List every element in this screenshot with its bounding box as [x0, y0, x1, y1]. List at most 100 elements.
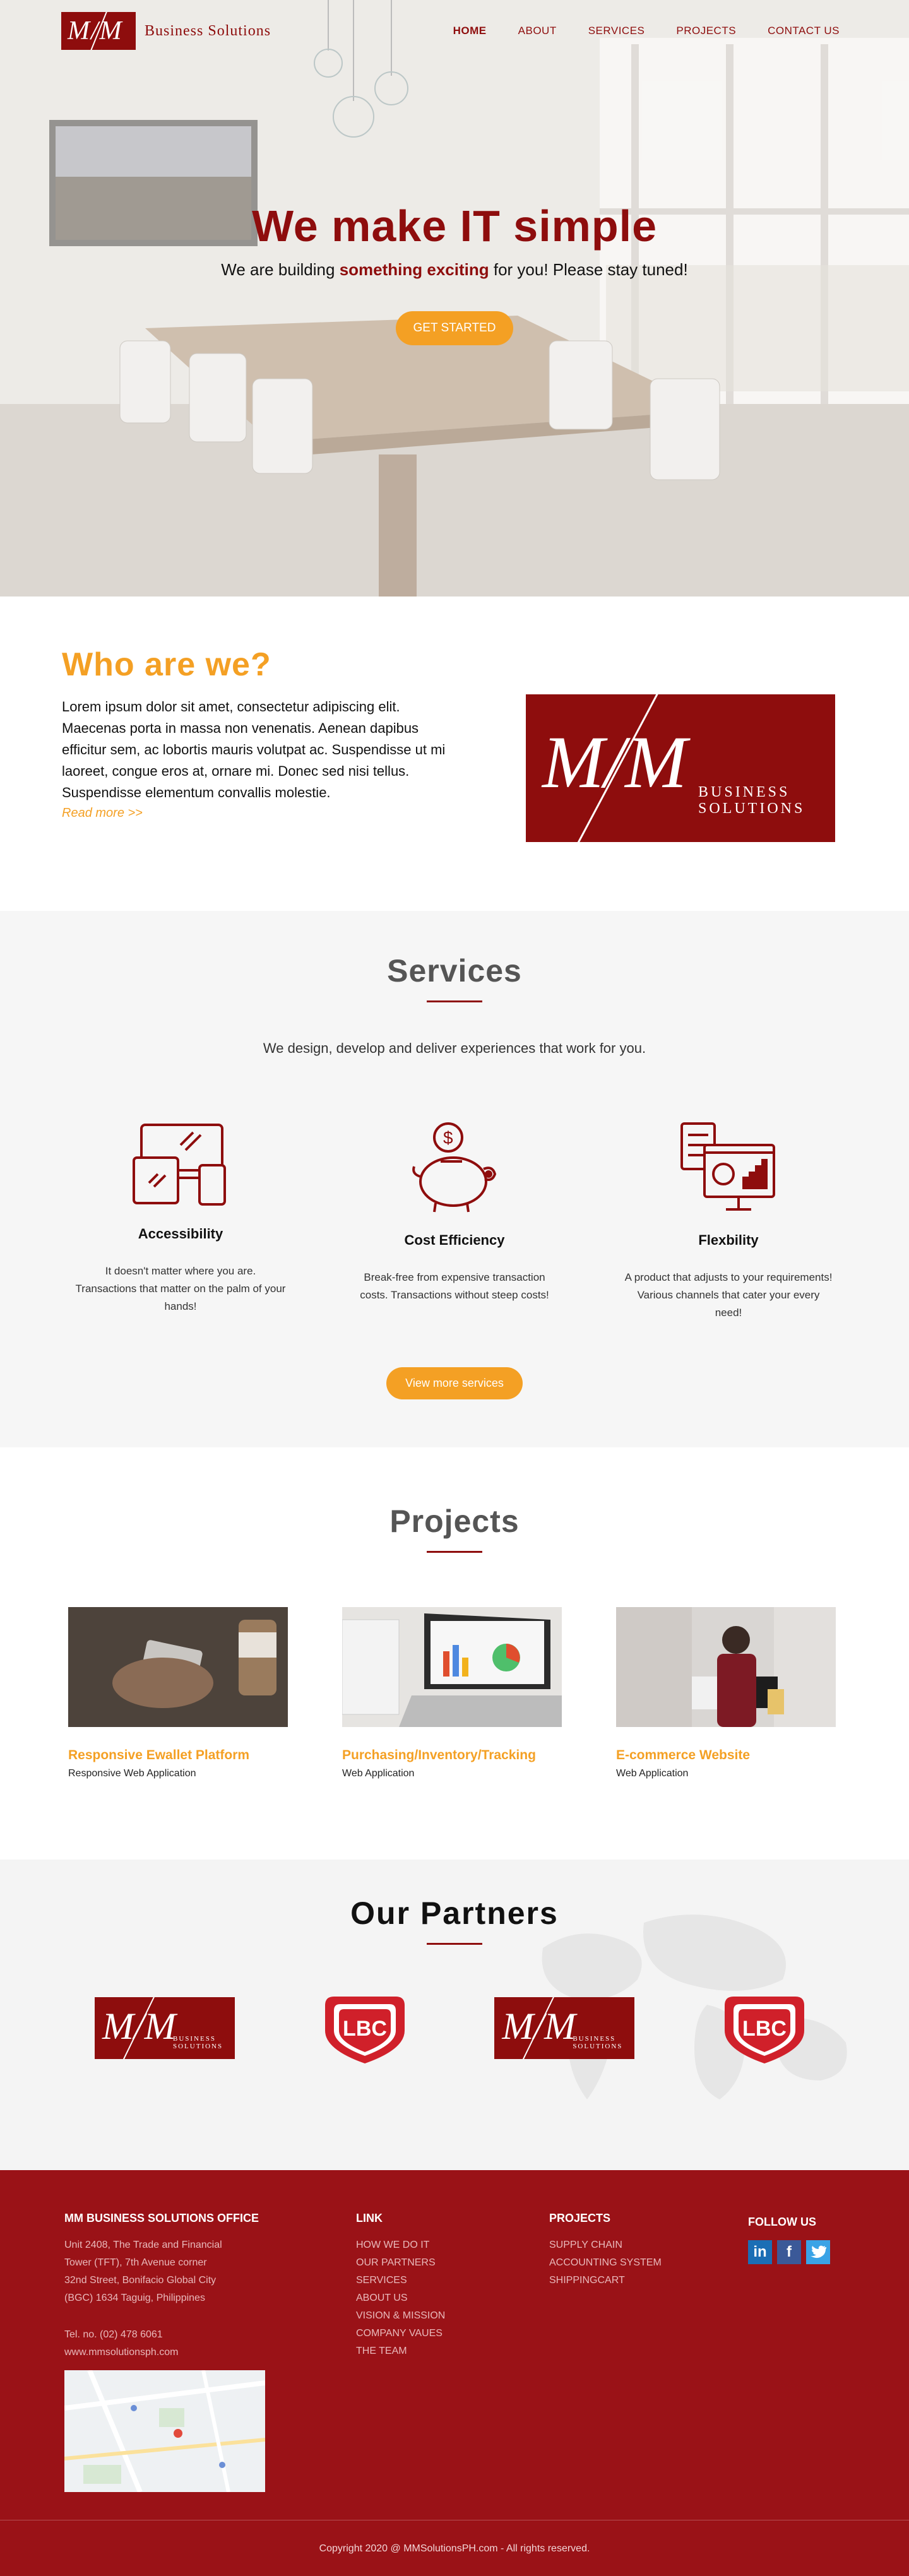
social-links: in f [748, 2240, 830, 2264]
svg-text:$: $ [443, 1128, 453, 1148]
service-title: Flexbility [698, 1232, 759, 1248]
lbc-logo-text: LBC [742, 2017, 787, 2041]
hero-subtitle-strong: something exciting [339, 260, 489, 279]
linkedin-icon[interactable]: in [748, 2240, 772, 2264]
contact-block: Tel. no. (02) 478 6061 www.mmsolutionsph… [64, 2326, 356, 2361]
telephone: Tel. no. (02) 478 6061 [64, 2329, 163, 2340]
partner-logo-lbc[interactable]: LBC [321, 1990, 408, 2066]
project-card-ewallet[interactable]: Responsive Ewallet Platform Responsive W… [68, 1607, 288, 1779]
project-title: E-commerce Website [616, 1748, 751, 1762]
hero-title: We make IT simple [251, 201, 658, 251]
logo-wordmark-line1: BUSINESS [173, 2035, 216, 2043]
office-map[interactable] [64, 2369, 266, 2493]
projects-title: Projects [389, 1504, 520, 1539]
who-body: Lorem ipsum dolor sit amet, consectetur … [62, 699, 446, 800]
service-card-accessibility: Accessibility It doesn't matter where yo… [74, 1120, 287, 1322]
project-card-ecommerce[interactable]: E-commerce Website Web Application [616, 1607, 836, 1779]
facebook-icon[interactable]: f [777, 2240, 801, 2264]
nav-projects[interactable]: PROJECTS [676, 25, 736, 37]
view-more-services-button[interactable]: View more services [386, 1367, 523, 1399]
links-heading: LINK [356, 2212, 383, 2224]
logo-mark-text: M/M [542, 721, 687, 804]
brand-logo[interactable]: M/M Business Solutions [61, 12, 271, 50]
hero-subtitle-pre: We are building [221, 260, 340, 279]
footer-projects-column: PROJECTS SUPPLY CHAIN ACCOUNTING SYSTEM … [549, 2212, 748, 2495]
projects-section: Projects Responsive Ewallet Platform Res… [0, 1447, 909, 1860]
lbc-logo-text: LBC [343, 2017, 387, 2041]
nav-about[interactable]: ABOUT [518, 25, 557, 37]
logo-wordmark-line2: SOLUTIONS [173, 2043, 223, 2050]
projects-title-underline [427, 1551, 482, 1553]
partners-title-underline [427, 1943, 482, 1945]
office-heading: MM BUSINESS SOLUTIONS OFFICE [64, 2212, 259, 2224]
get-started-button[interactable]: GET STARTED [395, 311, 514, 345]
copyright-text: Copyright 2020 @ MMSolutionsPH.com - All… [319, 2543, 590, 2554]
logo-wordmark: BUSINESS SOLUTIONS [573, 2035, 622, 2050]
top-navigation: M/M Business Solutions HOME ABOUT SERVIC… [0, 0, 909, 62]
partner-logos: M/M BUSINESS SOLUTIONS LBC M/M BUSINESS … [0, 1990, 909, 2066]
dashboard-checklist-icon [680, 1122, 775, 1211]
services-title: Services [387, 953, 522, 988]
service-card-cost-efficiency: $ Cost Efficiency Break-free from expens… [348, 1120, 561, 1322]
project-image-shopping [616, 1607, 836, 1727]
footer-link-how-we-do-it[interactable]: HOW WE DO IT [356, 2236, 549, 2254]
hero-section: M/M Business Solutions HOME ABOUT SERVIC… [0, 0, 909, 597]
services-subtitle: We design, develop and deliver experienc… [263, 1040, 646, 1056]
services-grid: Accessibility It doesn't matter where yo… [0, 1120, 909, 1322]
nav-contact-us[interactable]: CONTACT US [768, 25, 840, 37]
who-text-block: Who are we? Lorem ipsum dolor sit amet, … [62, 597, 460, 911]
project-title: Purchasing/Inventory/Tracking [342, 1748, 536, 1762]
project-image-laptop [342, 1607, 562, 1727]
footer-link-services[interactable]: SERVICES [356, 2272, 549, 2289]
who-title: Who are we? [62, 646, 271, 683]
logo-wordmark-line1: BUSINESS [573, 2035, 616, 2043]
twitter-icon[interactable] [806, 2240, 830, 2264]
devices-icon [133, 1124, 226, 1206]
nav-home[interactable]: HOME [453, 25, 487, 37]
partners-section: Our Partners M/M BUSINESS SOLUTIONS LBC … [0, 1860, 909, 2170]
footer-project-accounting[interactable]: ACCOUNTING SYSTEM [549, 2254, 748, 2272]
footer-link-the-team[interactable]: THE TEAM [356, 2342, 549, 2360]
footer-link-about-us[interactable]: ABOUT US [356, 2289, 549, 2307]
footer-links-column: LINK HOW WE DO IT OUR PARTNERS SERVICES … [356, 2212, 549, 2495]
footer-link-vision-mission[interactable]: VISION & MISSION [356, 2307, 549, 2325]
footer-project-supply-chain[interactable]: SUPPLY CHAIN [549, 2236, 748, 2254]
footer-project-shippingcart[interactable]: SHIPPINGCART [549, 2272, 748, 2289]
project-type: Web Application [616, 1768, 689, 1779]
partner-logo-mm[interactable]: M/M BUSINESS SOLUTIONS [494, 1997, 635, 2059]
project-card-purchasing[interactable]: Purchasing/Inventory/Tracking Web Applic… [342, 1607, 562, 1779]
address-line: Unit 2408, The Trade and Financial [64, 2240, 222, 2250]
footer-link-company-values[interactable]: COMPANY VAUES [356, 2325, 549, 2342]
logo-wordmark: BUSINESS SOLUTIONS [698, 784, 805, 817]
hero-content: We make IT simple We are building someth… [0, 201, 909, 345]
partner-logo-mm[interactable]: M/M BUSINESS SOLUTIONS [95, 1997, 235, 2059]
services-section: Services We design, develop and deliver … [0, 911, 909, 1447]
logo-wordmark: BUSINESS SOLUTIONS [173, 2035, 223, 2050]
service-card-flexibility: Flexbility A product that adjusts to you… [622, 1120, 835, 1322]
service-description: Break-free from expensive transaction co… [360, 1271, 549, 1301]
nav-services[interactable]: SERVICES [588, 25, 645, 37]
projects-heading: PROJECTS [549, 2212, 611, 2224]
who-are-we-section: Who are we? Lorem ipsum dolor sit amet, … [0, 597, 909, 911]
address-line: 32nd Street, Bonifacio Global City [64, 2275, 217, 2286]
piggy-bank-icon: $ [412, 1122, 497, 1213]
logo-wordmark-line1: BUSINESS [698, 784, 790, 800]
nav-links: HOME ABOUT SERVICES PROJECTS CONTACT US [453, 25, 840, 37]
brand-name: Business Solutions [145, 22, 271, 39]
website-link[interactable]: www.mmsolutionsph.com [64, 2344, 356, 2361]
read-more-link[interactable]: Read more >> [62, 806, 460, 821]
projects-grid: Responsive Ewallet Platform Responsive W… [0, 1607, 909, 1779]
partners-title: Our Partners [350, 1896, 559, 1931]
company-logo-large: M/M BUSINESS SOLUTIONS [526, 694, 835, 842]
service-title: Accessibility [138, 1226, 223, 1242]
project-type: Responsive Web Application [68, 1768, 196, 1779]
project-type: Web Application [342, 1768, 415, 1779]
partner-logo-lbc[interactable]: LBC [721, 1990, 808, 2066]
service-description: A product that adjusts to your requireme… [624, 1271, 833, 1319]
services-title-underline [427, 1000, 482, 1002]
footer-link-our-partners[interactable]: OUR PARTNERS [356, 2254, 549, 2272]
twitter-bird-glyph [811, 2245, 826, 2258]
service-title: Cost Efficiency [404, 1232, 505, 1248]
project-image-phone [68, 1607, 288, 1727]
site-footer: MM BUSINESS SOLUTIONS OFFICE Unit 2408, … [0, 2170, 909, 2576]
